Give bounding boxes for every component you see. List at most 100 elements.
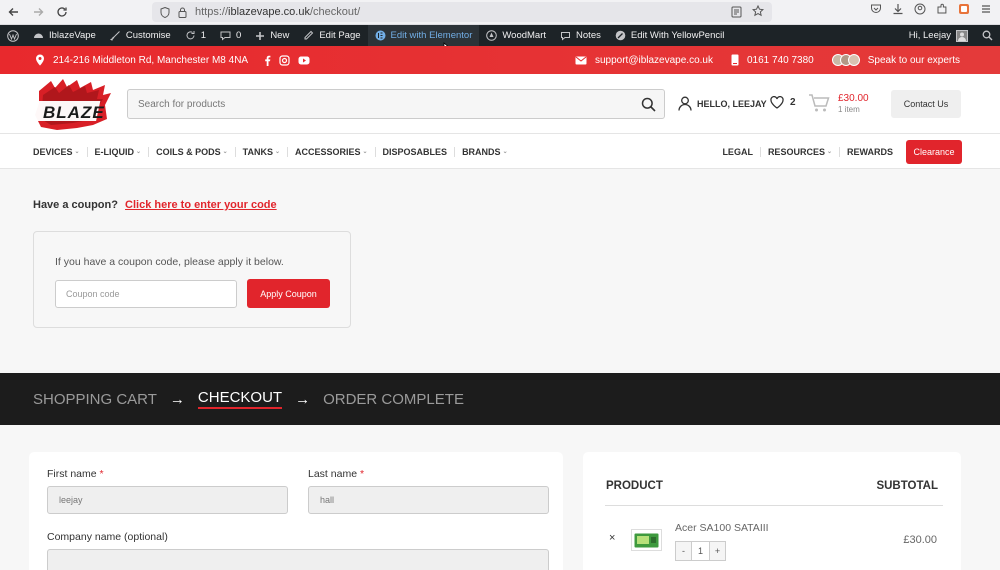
- addon-icon[interactable]: [958, 3, 970, 15]
- first-name-field[interactable]: leejay: [47, 486, 288, 514]
- product-column-header: PRODUCT: [606, 480, 663, 492]
- elementor-icon: [375, 30, 386, 41]
- nav-item-rewards[interactable]: REWARDS: [840, 147, 900, 157]
- nav-item-disposables[interactable]: DISPOSABLES: [376, 146, 456, 157]
- coupon-hint: If you have a coupon code, please apply …: [55, 256, 284, 268]
- svg-text:BLAZE: BLAZE: [43, 103, 105, 122]
- site-logo[interactable]: BLAZE: [33, 79, 113, 131]
- admin-new[interactable]: New: [248, 25, 296, 46]
- phone-number[interactable]: 0161 740 7380: [747, 55, 814, 66]
- wishlist-link[interactable]: 2: [770, 96, 796, 109]
- subtotal-column-header: SUBTOTAL: [876, 480, 938, 492]
- nav-item-e-liquid[interactable]: E-LIQUID ⌄: [88, 146, 150, 157]
- plus-icon: [255, 31, 265, 41]
- cart-icon: [808, 93, 830, 113]
- speak-experts-link[interactable]: Speak to our experts: [868, 55, 960, 66]
- instagram-icon[interactable]: [279, 54, 290, 66]
- qty-increase-button[interactable]: +: [709, 541, 726, 561]
- last-name-field[interactable]: hall: [308, 486, 549, 514]
- updates-icon: [185, 30, 196, 41]
- nav-item-legal[interactable]: LEGAL: [715, 146, 761, 157]
- reader-view-icon[interactable]: [731, 6, 742, 18]
- wishlist-count: 2: [790, 97, 796, 108]
- product-name[interactable]: Acer SA100 SATAIII: [675, 522, 769, 534]
- admin-edit-elementor[interactable]: Edit with Elementor: [367, 25, 480, 46]
- lock-icon: [178, 7, 187, 18]
- address-bar[interactable]: https://iblazevape.co.uk/checkout/: [152, 2, 772, 22]
- nav-item-label: E-LIQUID: [94, 146, 135, 157]
- user-icon: [678, 96, 692, 111]
- expert-avatars: [831, 54, 860, 66]
- nav-item-label: TANKS: [242, 146, 273, 157]
- youtube-icon[interactable]: [298, 56, 310, 65]
- extensions-icon[interactable]: [936, 3, 948, 15]
- admin-search-icon[interactable]: [975, 25, 1000, 46]
- nav-categories: DEVICES ⌄ E-LIQUID ⌄ COILS & PODS ⌄ TANKS ⌄ ACCE…: [33, 134, 515, 169]
- nav-item-coils-pods[interactable]: COILS & PODS ⌄: [149, 146, 236, 157]
- account-link[interactable]: HELLO, LEEJAY: [678, 96, 767, 111]
- nav-item-label: ACCESSORIES: [295, 146, 361, 157]
- downloads-icon[interactable]: [892, 3, 904, 15]
- apply-coupon-button[interactable]: Apply Coupon: [247, 279, 330, 308]
- nav-secondary: LEGAL RESOURCES ⌄ REWARDS Clearance: [715, 134, 962, 169]
- chevron-down-icon: ⌄: [826, 149, 832, 155]
- admin-woodmart[interactable]: WoodMart: [479, 25, 553, 46]
- nav-item-label: REWARDS: [846, 146, 893, 157]
- reload-icon[interactable]: [52, 2, 72, 22]
- notes-icon: [560, 30, 571, 41]
- nav-item-resources[interactable]: RESOURCES ⌄: [761, 146, 840, 157]
- coupon-code-input[interactable]: Coupon code: [55, 280, 237, 308]
- admin-customise[interactable]: Customise: [103, 25, 178, 46]
- wp-logo-icon[interactable]: [0, 25, 26, 46]
- comment-icon: [220, 30, 231, 41]
- pocket-icon[interactable]: [870, 3, 882, 15]
- admin-user-menu[interactable]: Hi, Leejay: [902, 25, 975, 46]
- contact-us-button[interactable]: Contact Us: [891, 90, 961, 118]
- step-shopping-cart[interactable]: SHOPPING CART: [33, 391, 157, 408]
- phone-icon: [731, 54, 739, 66]
- step-checkout[interactable]: CHECKOUT: [197, 389, 283, 409]
- cart-link[interactable]: £30.00 1 item: [808, 92, 869, 114]
- facebook-icon[interactable]: [264, 55, 271, 66]
- nav-item-accessories[interactable]: ACCESSORIES ⌄: [288, 146, 376, 157]
- store-address: 214-216 Middleton Rd, Manchester M8 4NA: [53, 54, 249, 66]
- nav-item-label: COILS & PODS: [156, 146, 221, 157]
- cart-total: £30.00: [838, 93, 869, 104]
- product-thumbnail[interactable]: [631, 529, 662, 551]
- step-arrow: →: [295, 390, 311, 408]
- yellowpencil-icon: [615, 30, 626, 41]
- first-name-label: First name *: [47, 468, 104, 480]
- admin-notes[interactable]: Notes: [553, 25, 608, 46]
- support-email-link[interactable]: support@iblazevape.co.uk: [595, 55, 713, 66]
- forward-icon[interactable]: [28, 2, 48, 22]
- company-name-field[interactable]: [47, 549, 549, 570]
- search-icon[interactable]: [641, 97, 656, 112]
- nav-item-label: DISPOSABLES: [382, 146, 448, 157]
- nav-item-devices[interactable]: DEVICES ⌄: [33, 146, 88, 157]
- account-label: HELLO, LEEJAY: [697, 98, 767, 109]
- clearance-button[interactable]: Clearance: [906, 139, 962, 164]
- menu-icon[interactable]: [980, 3, 992, 15]
- enter-coupon-link[interactable]: Click here to enter your code: [125, 199, 277, 211]
- chevron-down-icon: ⌄: [362, 149, 368, 155]
- admin-edit-page[interactable]: Edit Page: [296, 25, 367, 46]
- admin-comments[interactable]: 0: [213, 25, 248, 46]
- dashboard-icon: [33, 30, 44, 41]
- qty-input[interactable]: 1: [692, 541, 709, 561]
- search-input[interactable]: Search for products: [127, 89, 665, 119]
- bookmark-star-icon[interactable]: [752, 5, 764, 17]
- admin-updates[interactable]: 1: [178, 25, 213, 46]
- nav-item-brands[interactable]: BRANDS ⌄: [455, 147, 515, 157]
- tracking-shield-icon: [160, 6, 170, 18]
- avatar: [847, 54, 860, 66]
- back-icon[interactable]: [4, 2, 24, 22]
- user-avatar-icon: [956, 29, 968, 42]
- admin-site-name[interactable]: IblazeVape: [26, 25, 103, 46]
- qty-decrease-button[interactable]: -: [675, 541, 692, 561]
- coupon-form: If you have a coupon code, please apply …: [33, 231, 351, 328]
- last-name-label: Last name *: [308, 468, 365, 480]
- remove-item-button[interactable]: ×: [609, 532, 615, 544]
- account-icon[interactable]: [914, 3, 926, 15]
- admin-yellowpencil[interactable]: Edit With YellowPencil: [608, 25, 731, 46]
- nav-item-tanks[interactable]: TANKS ⌄: [236, 146, 288, 157]
